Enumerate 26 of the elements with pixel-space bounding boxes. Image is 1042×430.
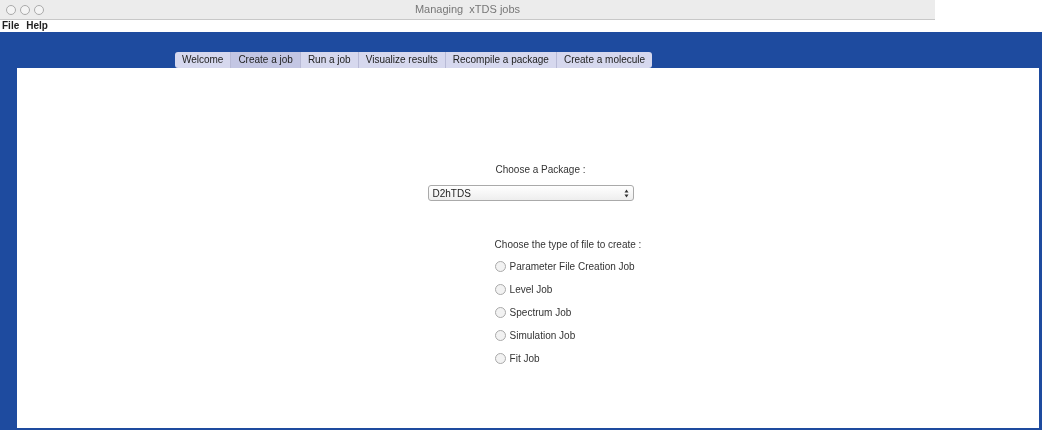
file-type-label: Choose the type of file to create : (494, 238, 642, 252)
close-icon[interactable] (6, 5, 16, 15)
radio-button[interactable] (494, 353, 506, 364)
menu-item[interactable]: File (2, 21, 20, 31)
minimize-icon[interactable] (20, 5, 30, 15)
package-dropdown[interactable]: D2hTDS (427, 185, 634, 201)
radio-label: Simulation Job (509, 329, 576, 343)
radio-button[interactable] (494, 330, 506, 341)
tab[interactable]: Recompile a package (445, 52, 557, 68)
package-label: Choose a Package : (495, 163, 586, 177)
tab[interactable]: Welcome (174, 52, 232, 68)
radio-button[interactable] (494, 284, 506, 295)
tab[interactable]: Visualize results (358, 52, 446, 68)
tab[interactable]: Run a job (300, 52, 359, 68)
tab[interactable]: Create a job (231, 52, 301, 68)
stepper-icon (623, 188, 629, 198)
radio-button[interactable] (494, 261, 506, 272)
radio-label: Parameter File Creation Job (509, 260, 635, 274)
menu-item[interactable]: Help (26, 21, 48, 31)
radio-label: Fit Job (509, 352, 540, 366)
zoom-icon[interactable] (34, 5, 44, 15)
window-title: Managing xTDS jobs (414, 2, 521, 18)
radio-label: Level Job (509, 283, 553, 297)
radio-label: Spectrum Job (509, 306, 572, 320)
tab[interactable]: Create a molecule (556, 52, 653, 68)
radio-button[interactable] (494, 307, 506, 318)
